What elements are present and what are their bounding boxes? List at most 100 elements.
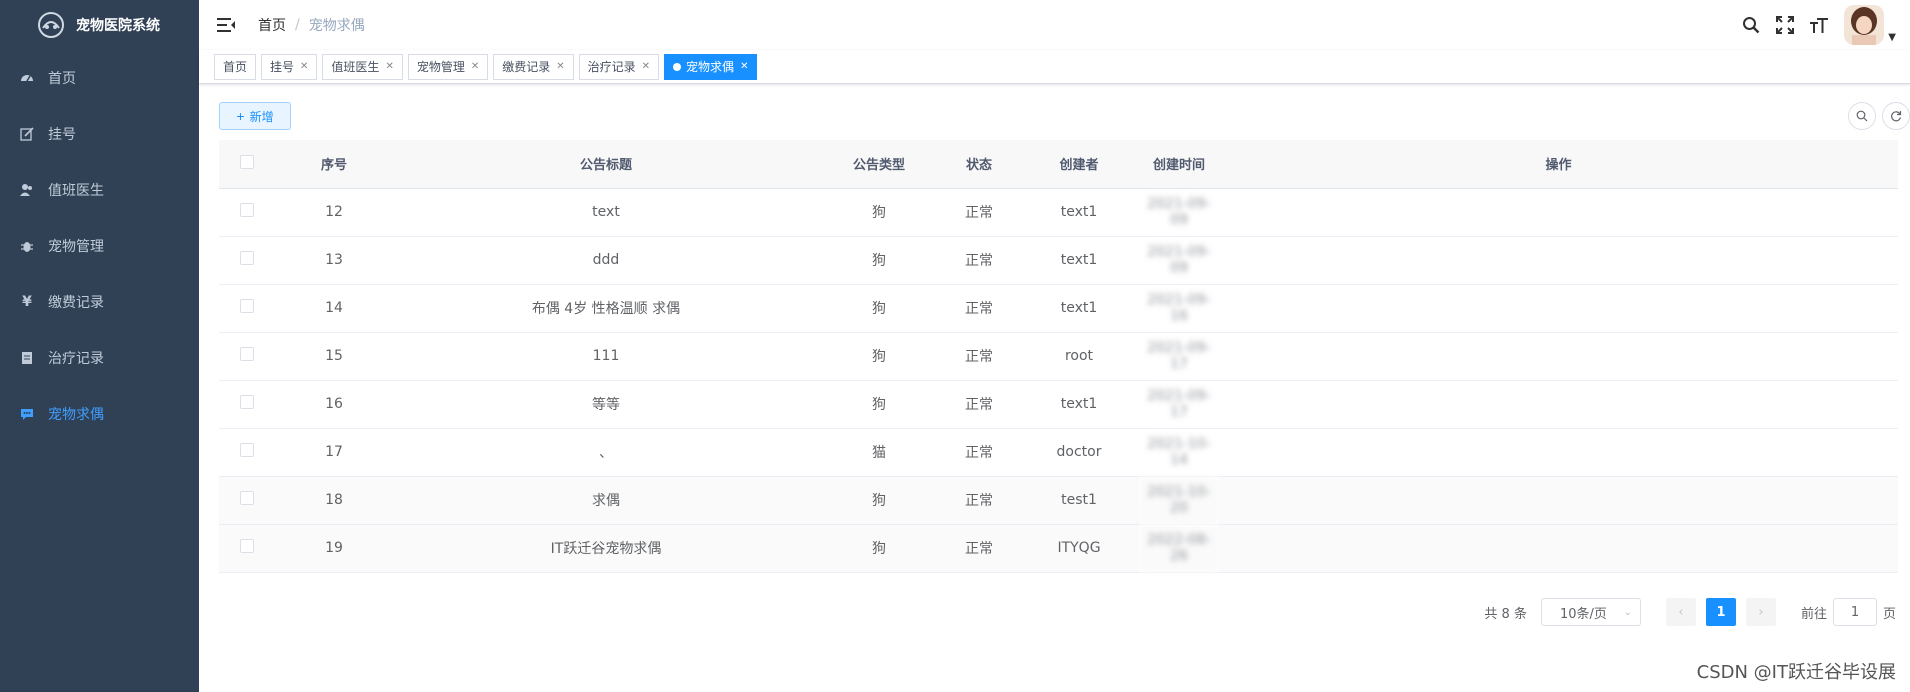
table-body: 12 text 狗正常 text1 2021-09-09 13 ddd 狗正常 text1 202…	[219, 188, 1898, 573]
row-checkbox-cell[interactable]	[219, 284, 275, 333]
caret-down-icon[interactable]: ▼	[1888, 32, 1896, 43]
table-row[interactable]: 14 布偶 4岁 性格温顺 求偶狗正常 text1 2021-09-16	[219, 284, 1898, 333]
cell-id: 19	[275, 524, 393, 573]
cell-creator: doctor	[1019, 428, 1139, 477]
dashboard-icon	[20, 71, 34, 85]
cell-type: 狗	[819, 332, 939, 381]
cell-type: 狗	[819, 188, 939, 237]
search-icon[interactable]	[1740, 14, 1762, 36]
cell-title: 等等	[393, 380, 819, 429]
tag-pets[interactable]: 宠物管理 ✕	[407, 53, 489, 80]
refresh-icon	[1891, 111, 1902, 122]
sidebar-logo[interactable]: 宠物医院系统	[0, 0, 199, 50]
cell-type: 狗	[819, 524, 939, 573]
table-row[interactable]: 19 IT跃迁谷宠物求偶狗正常 ITYQG 2022-08-26	[219, 524, 1898, 573]
page-number-button[interactable]: 1	[1705, 598, 1736, 626]
cell-status: 正常	[939, 236, 1019, 285]
sidebar-item-treatments[interactable]: 治疗记录	[0, 330, 199, 386]
tag-label: 首页	[223, 59, 248, 74]
cell-title: IT跃迁谷宠物求偶	[393, 524, 819, 573]
row-checkbox-cell[interactable]	[219, 524, 275, 573]
plus-icon: +	[236, 108, 245, 124]
prev-page-button[interactable]: ‹	[1665, 598, 1696, 626]
row-checkbox[interactable]	[240, 491, 254, 505]
col-header-id: 序号	[275, 140, 393, 189]
table-row[interactable]: 18 求偶狗正常 test1 2021-10-20	[219, 476, 1898, 525]
row-checkbox[interactable]	[240, 203, 254, 217]
cell-actions	[1219, 332, 1898, 381]
toggle-search-button[interactable]	[1848, 102, 1876, 130]
close-icon[interactable]: ✕	[740, 55, 748, 79]
cell-title: 求偶	[393, 476, 819, 525]
row-checkbox[interactable]	[240, 299, 254, 313]
next-page-button[interactable]: ›	[1745, 598, 1776, 626]
row-checkbox[interactable]	[240, 251, 254, 265]
sidebar-item-pet-courtship[interactable]: 宠物求偶	[0, 386, 199, 442]
tag-register[interactable]: 挂号 ✕	[261, 53, 318, 80]
row-checkbox-cell[interactable]	[219, 236, 275, 285]
user-menu[interactable]: ▼	[1844, 5, 1896, 45]
page-size-select[interactable]: 10条/页 ⌄	[1540, 598, 1641, 626]
close-icon[interactable]: ✕	[556, 55, 564, 79]
close-icon[interactable]: ✕	[471, 55, 479, 79]
cell-title: 布偶 4岁 性格温顺 求偶	[393, 284, 819, 333]
tag-payments[interactable]: 缴费记录 ✕	[493, 53, 574, 80]
tag-doctors[interactable]: 值班医生 ✕	[322, 53, 403, 80]
sidebar-item-home[interactable]: 首页	[0, 50, 199, 106]
close-icon[interactable]: ✕	[385, 55, 393, 79]
sidebar-item-label: 缴费记录	[48, 295, 104, 311]
tags-view: 首页 挂号 ✕ 值班医生 ✕ 宠物管理 ✕ 缴费记录 ✕ 治疗记录 ✕ 宠物求偶…	[199, 50, 1910, 84]
row-checkbox[interactable]	[240, 347, 254, 361]
row-checkbox[interactable]	[240, 443, 254, 457]
cell-created: 2021-09-09	[1139, 188, 1219, 237]
tag-label: 挂号	[270, 59, 295, 74]
sidebar-item-register[interactable]: 挂号	[0, 106, 199, 162]
font-size-icon[interactable]	[1808, 14, 1830, 36]
table-row[interactable]: 15 111 狗正常 root 2021-09-17	[219, 332, 1898, 381]
goto-page-input[interactable]: 1	[1832, 598, 1877, 626]
row-checkbox[interactable]	[240, 539, 254, 553]
cell-status: 正常	[939, 476, 1019, 525]
breadcrumb-home[interactable]: 首页	[258, 15, 286, 35]
row-checkbox-cell[interactable]	[219, 380, 275, 429]
select-all-checkbox[interactable]	[240, 154, 254, 169]
row-checkbox-cell[interactable]	[219, 428, 275, 477]
sidebar-item-pets[interactable]: 宠物管理	[0, 218, 199, 274]
add-button-label: 新增	[249, 109, 274, 124]
notice-table: 序号 公告标题 公告类型 状态 创建者 创建时间 操作 12 text 狗正常 tex…	[219, 140, 1898, 573]
close-icon[interactable]: ✕	[300, 55, 308, 79]
logo-icon	[38, 12, 64, 38]
tag-home[interactable]: 首页	[214, 53, 257, 80]
avatar[interactable]	[1844, 5, 1885, 45]
refresh-button[interactable]	[1882, 102, 1910, 130]
sidebar-item-payments[interactable]: ¥ 缴费记录	[0, 274, 199, 330]
table-row[interactable]: 17、猫正常 doctor 2021-10-14	[219, 428, 1898, 477]
cell-creator: text1	[1019, 284, 1139, 333]
cell-creator: text1	[1019, 188, 1139, 237]
goto-label: 前往	[1800, 606, 1827, 622]
fullscreen-icon[interactable]	[1774, 14, 1796, 36]
row-checkbox[interactable]	[240, 395, 254, 409]
row-checkbox-cell[interactable]	[219, 188, 275, 237]
add-button[interactable]: + 新增	[219, 102, 291, 130]
table-row[interactable]: 16 等等狗正常 text1 2021-09-17	[219, 380, 1898, 429]
cell-creator: text1	[1019, 236, 1139, 285]
tag-pet-courtship[interactable]: 宠物求偶 ✕	[664, 53, 758, 80]
hamburger-icon[interactable]	[216, 15, 236, 35]
cell-created: 2021-09-17	[1139, 380, 1219, 429]
pagination: 共 8 条 10条/页 ⌄ ‹ 1 › 前往 1 页	[1484, 598, 1896, 626]
table-row[interactable]: 12 text 狗正常 text1 2021-09-09	[219, 188, 1898, 237]
row-checkbox-cell[interactable]	[219, 476, 275, 525]
breadcrumb-separator: /	[295, 17, 300, 33]
select-all-cell[interactable]	[219, 140, 275, 189]
tag-treatments[interactable]: 治疗记录 ✕	[578, 53, 660, 80]
table-row[interactable]: 13 ddd 狗正常 text1 2021-09-09	[219, 236, 1898, 285]
cell-created: 2021-09-09	[1139, 236, 1219, 285]
sidebar-item-label: 宠物求偶	[48, 407, 104, 423]
cell-creator: root	[1019, 332, 1139, 381]
row-checkbox-cell[interactable]	[219, 332, 275, 381]
cell-type: 狗	[819, 380, 939, 429]
yen-icon: ¥	[22, 294, 32, 310]
sidebar-item-doctors[interactable]: 值班医生	[0, 162, 199, 218]
close-icon[interactable]: ✕	[642, 55, 650, 79]
